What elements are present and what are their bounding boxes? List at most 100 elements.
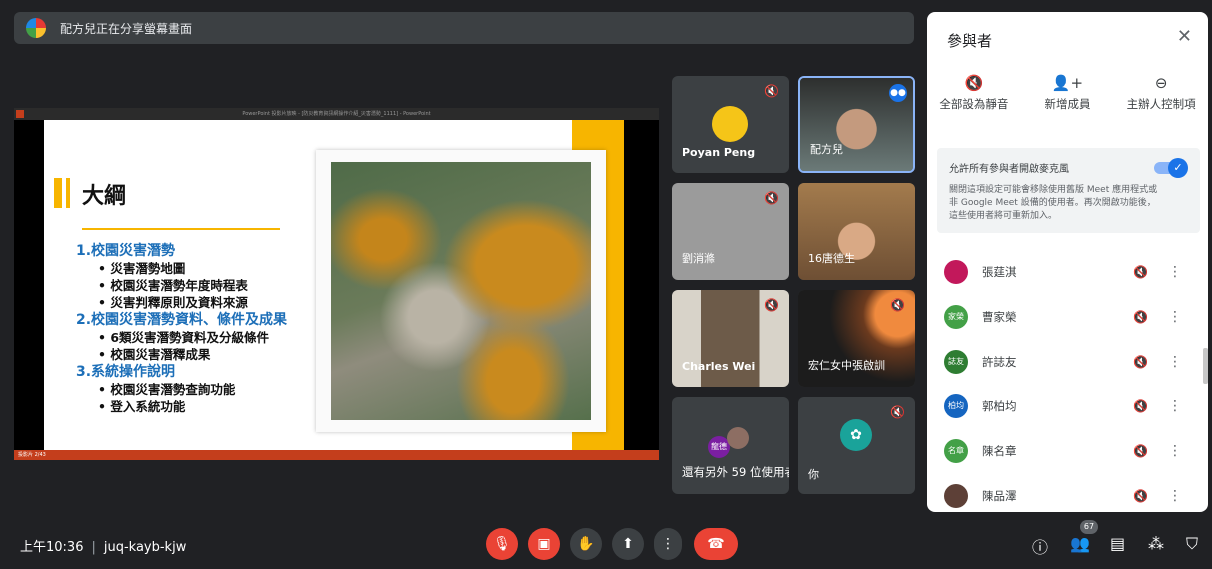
mic-off-icon: 🔇 (890, 298, 905, 312)
allow-mic-description: 關閉這項設定可能會移除使用舊版 Meet 應用程式或非 Google Meet … (949, 185, 1158, 221)
avatar (944, 260, 968, 285)
panel-action-label: 新增成員 (1044, 97, 1091, 111)
mic-off-icon: 🔇 (764, 84, 779, 98)
mic-off-icon[interactable]: 🔇 (1133, 310, 1148, 324)
more-options-icon[interactable]: ⋮ (1168, 309, 1182, 325)
allow-mic-title: 允許所有參與者開啟麥克風 (949, 164, 1069, 175)
shared-screen: PowerPoint 投影片放映 - [防災教育資訊網操作介紹_災害潛勢_111… (14, 108, 659, 460)
mic-off-icon[interactable]: 🔇 (1133, 444, 1148, 458)
participant-tile-fang[interactable]: ●● 配方兒 (798, 76, 915, 173)
participant-name: 曹家榮 (982, 310, 1017, 325)
leave-call-button[interactable]: ☎ (694, 528, 738, 560)
powerpoint-icon (16, 110, 24, 118)
self-tile[interactable]: 🔇 ✿ 你 (798, 397, 915, 494)
meet-window: 配方兒正在分享螢幕畫面 PowerPoint 投影片放映 - [防災教育資訊網操… (0, 0, 1212, 569)
self-avatar: ✿ (840, 419, 872, 451)
participant-row[interactable]: 誌友 許誌友 🔇 ⋮ (927, 339, 1208, 384)
more-options-icon[interactable]: ⋮ (1168, 398, 1182, 414)
others-tile[interactable]: 龍德 還有另外 59 位使用者 (672, 397, 789, 494)
panel-action-button[interactable]: ⊖ 主辦人控制項 (1116, 74, 1206, 112)
participant-row[interactable]: 陳品澤 🔇 ⋮ (927, 473, 1208, 512)
participant-name: Charles Wei (682, 360, 756, 373)
participant-tile-hong[interactable]: 🔇 宏仁女中張啟訓 (798, 290, 915, 387)
present-button[interactable]: ⬆ (612, 528, 644, 560)
participant-name: 16唐德生 (808, 252, 855, 265)
others-count-label: 還有另外 59 位使用者 (682, 465, 789, 479)
meeting-info: 上午10:36 | juq-kayb-kjw (20, 536, 186, 555)
participant-name: Poyan Peng (682, 146, 756, 159)
add-person-icon: 👤+ (1051, 74, 1084, 92)
panel-action-button[interactable]: 🔇 全部設為靜音 (929, 74, 1019, 112)
panel-actions: 🔇 全部設為靜音 👤+ 新增成員 ⊖ 主辦人控制項 (927, 74, 1208, 112)
people-count-badge: 67 (1080, 520, 1098, 534)
participant-row[interactable]: 張莛淇 🔇 ⋮ (927, 250, 1208, 295)
presenter-avatar (26, 18, 46, 38)
participant-row[interactable]: 名章 陳名章 🔇 ⋮ (927, 429, 1208, 474)
panel-scrollbar[interactable] (1203, 348, 1208, 384)
participant-name: 劉消滌 (682, 252, 715, 265)
participant-tile-charles[interactable]: 🔇 Charles Wei (672, 290, 789, 387)
speaking-icon: ●● (889, 84, 907, 102)
outline-item: 3.系統操作說明 (76, 364, 176, 380)
divider: | (91, 540, 96, 555)
activities-icon[interactable]: ⁂ (1148, 534, 1164, 553)
participant-tile-liu[interactable]: 🔇 劉消滌 (672, 183, 789, 280)
allow-mic-toggle[interactable]: ✓ (1154, 158, 1188, 178)
panel-action-button[interactable]: 👤+ 新增成員 (1022, 74, 1112, 112)
mic-off-icon: 🔇 (764, 298, 779, 312)
camera-off-button[interactable]: ▣ (528, 528, 560, 560)
outline-item: • 校園災害潛勢年度時程表 (98, 278, 248, 293)
mic-off-icon[interactable]: 🔇 (1133, 399, 1148, 413)
more-options-icon[interactable]: ⋮ (1168, 488, 1182, 504)
chat-icon[interactable]: ▤ (1110, 534, 1125, 553)
participant-tile-poyan[interactable]: 🔇 Poyan Peng (672, 76, 789, 173)
hazard-map-image (331, 162, 591, 420)
ppt-statusbar: 投影片 2/43 (14, 450, 659, 460)
mic-off-icon[interactable]: 🔇 (1133, 355, 1148, 369)
participant-name: 陳名章 (982, 444, 1017, 459)
outline-item: • 登入系統功能 (98, 399, 186, 414)
toggle-icon: ⊖ (1154, 74, 1168, 92)
avatar (944, 483, 968, 508)
panel-action-label: 全部設為靜音 (939, 97, 1009, 111)
participant-name: 張莛淇 (982, 265, 1017, 280)
host-controls-icon[interactable]: ⛉ (1186, 534, 1198, 554)
ppt-titlebar: PowerPoint 投影片放映 - [防災教育資訊網操作介紹_災害潛勢_111… (14, 108, 659, 120)
avatar: 柏均 (944, 394, 968, 419)
more-options-icon[interactable]: ⋮ (1168, 443, 1182, 459)
slide-heading: 大綱 (82, 184, 127, 209)
info-icon[interactable]: ⓘ (1032, 534, 1048, 558)
participant-name: 配方兒 (810, 143, 843, 156)
mic-off-icon[interactable]: 🔇 (1133, 489, 1148, 503)
raise-hand-button[interactable]: ✋ (570, 528, 602, 560)
participant-list: 張莛淇 🔇 ⋮ 家榮 曹家榮 🔇 ⋮ 誌友 許誌友 🔇 ⋮ 柏均 郭柏均 🔇 ⋮ 名章 陳名章 🔇 ⋮ 陳品澤 🔇 ⋮ (927, 250, 1208, 512)
slide-heading-rule (82, 228, 280, 230)
outline-item: • 6類災害潛勢資料及分級條件 (98, 330, 270, 345)
more-options-button[interactable]: ⋮ (654, 528, 682, 560)
presenting-banner: 配方兒正在分享螢幕畫面 (14, 12, 914, 44)
presentation-slide: 大綱 1.校園災害潛勢 • 災害潛勢地圖 • 校園災害潛勢年度時程表 • 災害判釋原則… (44, 120, 624, 450)
participants-panel: 參與者 ✕ 🔇 全部設為靜音 👤+ 新增成員 ⊖ 主辦人控制項 允許所有參與者開啟麥克風 … (927, 12, 1208, 512)
people-icon[interactable]: 👥 (1070, 534, 1090, 553)
mic-off-button[interactable]: 🎙 (486, 528, 518, 560)
mic-off-icon[interactable]: 🔇 (1133, 265, 1148, 279)
map-frame (316, 150, 606, 432)
presenting-text: 配方兒正在分享螢幕畫面 (60, 21, 193, 36)
outline-item: • 災害判釋原則及資料來源 (98, 295, 248, 310)
meeting-code: juq-kayb-kjw (103, 540, 187, 555)
outline-item: • 災害潛勢地圖 (98, 261, 186, 276)
participant-tile-tang[interactable]: 16唐德生 (798, 183, 915, 280)
slide-outline: 1.校園災害潛勢 • 災害潛勢地圖 • 校園災害潛勢年度時程表 • 災害判釋原則及資料… (76, 242, 346, 415)
more-options-icon[interactable]: ⋮ (1168, 354, 1182, 370)
slide-heading-bar (54, 178, 62, 208)
more-options-icon[interactable]: ⋮ (1168, 264, 1182, 280)
participant-row[interactable]: 柏均 郭柏均 🔇 ⋮ (927, 384, 1208, 429)
close-icon[interactable]: ✕ (1177, 26, 1192, 47)
participant-name: 郭柏均 (982, 399, 1017, 414)
participant-row[interactable]: 家榮 曹家榮 🔇 ⋮ (927, 295, 1208, 340)
bottom-toolbar: 上午10:36 | juq-kayb-kjw 🎙 ▣ ✋ ⬆ ⋮ ☎ ⓘ 👥 67 … (0, 520, 1212, 569)
participant-name: 許誌友 (982, 354, 1017, 369)
mic-off-icon: 🔇 (964, 74, 984, 92)
participant-name: 你 (808, 468, 819, 481)
check-icon: ✓ (1168, 158, 1188, 178)
